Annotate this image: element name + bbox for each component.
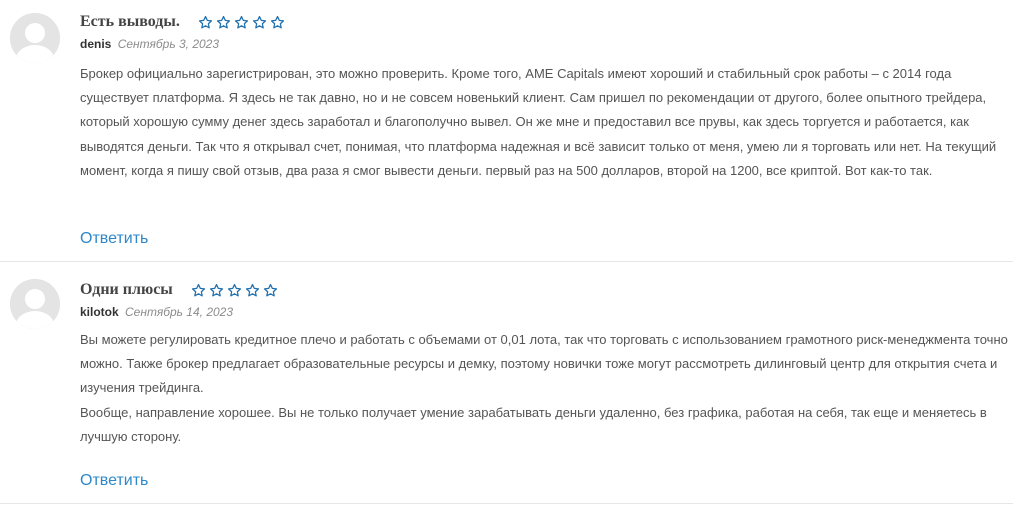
- review-item: Есть выводы. denis Сентябрь 3, 2023 Брок…: [0, 0, 1013, 261]
- star-outline-icon: [263, 283, 277, 296]
- reply-link[interactable]: Ответить: [80, 230, 148, 248]
- star-outline-icon: [198, 15, 212, 28]
- review-title: Одни плюсы: [80, 281, 173, 298]
- star-outline-icon: [270, 15, 284, 28]
- rating-stars: [191, 283, 278, 298]
- review-author: kilotok: [80, 305, 119, 319]
- review-meta: denis Сентябрь 3, 2023: [80, 37, 219, 51]
- review-paragraph: Брокер официально зарегистрирован, это м…: [80, 66, 997, 178]
- review-title: Есть выводы.: [80, 13, 180, 30]
- star-outline-icon: [191, 283, 205, 296]
- rating-stars: [198, 15, 285, 30]
- reply-link[interactable]: Ответить: [80, 472, 148, 490]
- star-outline-icon: [209, 283, 223, 296]
- review-header: Есть выводы.: [80, 10, 285, 34]
- avatar: [10, 13, 60, 63]
- star-outline-icon: [216, 15, 230, 28]
- review-divider: [0, 503, 1013, 504]
- reviews-list: Есть выводы. denis Сентябрь 3, 2023 Брок…: [0, 0, 1024, 515]
- review-paragraph: Вы можете регулировать кредитное плечо и…: [80, 332, 1008, 396]
- review-date: Сентябрь 3, 2023: [117, 37, 220, 51]
- avatar: [10, 279, 60, 329]
- default-user-avatar-icon: [10, 279, 60, 329]
- review-body: Вы можете регулировать кредитное плечо и…: [80, 328, 1010, 449]
- default-user-avatar-icon: [10, 13, 60, 63]
- review-item: Одни плюсы kilotok Сентябрь 14, 2023 Вы …: [0, 262, 1013, 503]
- review-author: denis: [80, 37, 112, 51]
- review-date: Сентябрь 14, 2023: [125, 305, 234, 319]
- star-outline-icon: [227, 283, 241, 296]
- review-header: Одни плюсы: [80, 278, 278, 302]
- star-outline-icon: [252, 15, 266, 28]
- star-outline-icon: [234, 15, 248, 28]
- review-body: Брокер официально зарегистрирован, это м…: [80, 62, 1010, 183]
- review-paragraph: Вообще, направление хорошее. Вы не тольк…: [80, 404, 987, 444]
- star-outline-icon: [245, 283, 259, 296]
- review-meta: kilotok Сентябрь 14, 2023: [80, 305, 233, 319]
